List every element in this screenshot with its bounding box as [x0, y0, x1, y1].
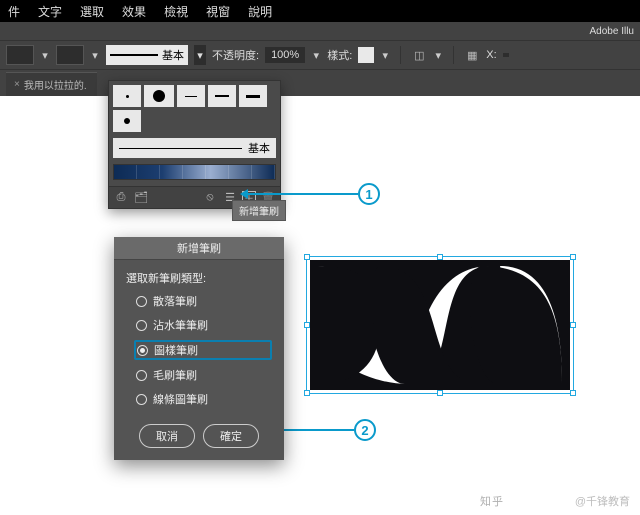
divider	[453, 46, 454, 64]
line-icon	[215, 95, 229, 97]
menu-item[interactable]: 效果	[122, 3, 146, 20]
app-titlebar: Adobe Illu	[0, 22, 640, 40]
remove-stroke-icon[interactable]: ⦸	[202, 190, 218, 206]
align-dropdown[interactable]: ▾	[433, 46, 443, 64]
selected-artwork[interactable]	[310, 260, 570, 390]
x-field[interactable]	[503, 53, 509, 57]
brush-thumb[interactable]	[239, 85, 267, 107]
dot-icon	[153, 90, 165, 102]
transform-icon[interactable]: ▦	[464, 47, 480, 63]
watermark-zhihu: 知乎	[480, 493, 504, 509]
callout-number: 1	[358, 183, 380, 205]
close-tab-icon[interactable]: ×	[14, 79, 20, 90]
divider	[400, 46, 401, 64]
style-label: 樣式:	[327, 47, 352, 63]
radio-icon	[136, 394, 147, 405]
option-bristle[interactable]: 毛刷筆刷	[134, 366, 272, 384]
style-swatch[interactable]	[358, 47, 374, 63]
fill-dropdown[interactable]: ▾	[40, 46, 50, 64]
document-tab-title: 我用以拉拉的.	[24, 77, 87, 92]
dot-icon	[126, 95, 129, 98]
callout-number: 2	[354, 419, 376, 441]
radio-icon	[137, 345, 148, 356]
radio-icon	[136, 320, 147, 331]
document-tab[interactable]: × 我用以拉拉的.	[6, 72, 97, 96]
basic-brush-label: 基本	[248, 140, 270, 156]
dot-icon	[124, 118, 130, 124]
brush-thumb[interactable]	[144, 85, 174, 107]
new-brush-dialog: 新增筆刷 選取新筆刷類型: 散落筆刷 沾水筆筆刷 圖樣筆刷 毛刷筆刷 線條圖筆刷…	[114, 237, 284, 460]
option-label: 圖樣筆刷	[154, 342, 198, 358]
basic-brush-row[interactable]: 基本	[113, 138, 276, 158]
callout-line	[248, 193, 358, 195]
menu-item[interactable]: 選取	[80, 3, 104, 20]
align-icon[interactable]: ◫	[411, 47, 427, 63]
watermark-org: @千锋教育	[575, 493, 630, 509]
option-pattern[interactable]: 圖樣筆刷	[134, 340, 272, 360]
opacity-value[interactable]: 100%	[265, 47, 305, 63]
radio-icon	[136, 296, 147, 307]
menu-item[interactable]: 文字	[38, 3, 62, 20]
menu-item[interactable]: 視窗	[206, 3, 230, 20]
dialog-title: 新增筆刷	[114, 237, 284, 260]
brush-type-options: 散落筆刷 沾水筆筆刷 圖樣筆刷 毛刷筆刷 線條圖筆刷	[126, 292, 272, 408]
brush-preset-dropdown[interactable]: ▾	[194, 45, 206, 65]
stroke-swatch[interactable]	[56, 45, 84, 65]
handle[interactable]	[570, 390, 576, 396]
brush-preset[interactable]: 基本	[106, 45, 188, 65]
option-art[interactable]: 線條圖筆刷	[134, 390, 272, 408]
brush-thumb[interactable]	[208, 85, 236, 107]
cancel-button[interactable]: 取消	[139, 424, 195, 448]
handle[interactable]	[304, 390, 310, 396]
selection-outline	[306, 256, 574, 394]
brush-thumb[interactable]	[113, 85, 141, 107]
menubar: 件 文字 選取 效果 檢視 視窗 說明	[0, 0, 640, 22]
opacity-dropdown[interactable]: ▾	[311, 46, 321, 64]
callout-1: 1	[240, 183, 380, 205]
option-label: 線條圖筆刷	[153, 391, 208, 407]
x-label: X:	[486, 49, 496, 61]
library-icon[interactable]: ⎙	[113, 190, 129, 206]
option-label: 散落筆刷	[153, 293, 197, 309]
option-scatter[interactable]: 散落筆刷	[134, 292, 272, 310]
handle[interactable]	[304, 254, 310, 260]
pattern-brush-row[interactable]	[113, 164, 276, 180]
brush-row	[109, 81, 280, 107]
callout-line	[280, 429, 354, 431]
brush-thumb[interactable]	[113, 110, 141, 132]
handle[interactable]	[570, 254, 576, 260]
dialog-prompt: 選取新筆刷類型:	[126, 270, 272, 286]
fill-swatch[interactable]	[6, 45, 34, 65]
handle[interactable]	[570, 322, 576, 328]
opacity-label: 不透明度:	[212, 47, 259, 63]
menu-item[interactable]: 說明	[248, 3, 272, 20]
handle[interactable]	[437, 390, 443, 396]
brush-row	[109, 107, 280, 132]
stroke-dropdown[interactable]: ▾	[90, 46, 100, 64]
line-icon	[185, 96, 197, 97]
callout-2: 2	[272, 419, 376, 441]
style-dropdown[interactable]: ▾	[380, 46, 390, 64]
tab-strip: × 我用以拉拉的.	[0, 70, 640, 96]
ok-button[interactable]: 確定	[203, 424, 259, 448]
control-bar: ▾ ▾ 基本 ▾ 不透明度: 100% ▾ 樣式: ▾ ◫ ▾ ▦ X:	[0, 40, 640, 70]
menu-item[interactable]: 檢視	[164, 3, 188, 20]
option-label: 毛刷筆刷	[153, 367, 197, 383]
option-label: 沾水筆筆刷	[153, 317, 208, 333]
menu-item[interactable]: 件	[8, 3, 20, 20]
radio-icon	[136, 370, 147, 381]
handle[interactable]	[304, 322, 310, 328]
handle[interactable]	[437, 254, 443, 260]
app-title: Adobe Illu	[590, 26, 634, 37]
option-calligraphic[interactable]: 沾水筆筆刷	[134, 316, 272, 334]
brush-thumb[interactable]	[177, 85, 205, 107]
libraries-menu-icon[interactable]: 🗂	[133, 190, 149, 206]
brush-preset-label: 基本	[162, 47, 184, 63]
line-icon	[119, 148, 242, 149]
arrow-icon	[240, 189, 248, 199]
brush-preview-line	[110, 54, 158, 56]
line-icon	[246, 95, 260, 98]
